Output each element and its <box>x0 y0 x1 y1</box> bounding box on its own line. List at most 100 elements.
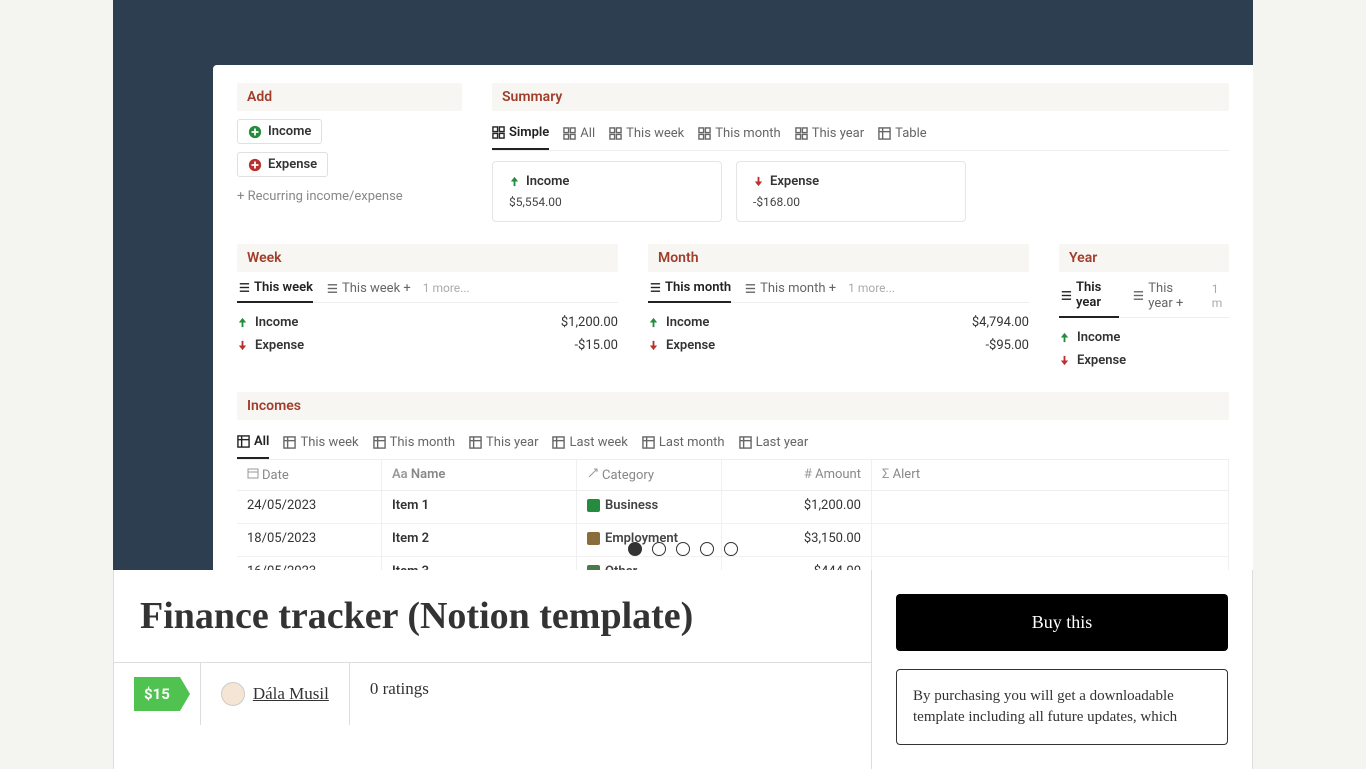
table-icon <box>283 436 296 449</box>
cell-amount: $1,200.00 <box>722 491 872 523</box>
arrow-down-icon <box>648 340 660 352</box>
list-icon <box>237 281 250 294</box>
notion-app-screenshot: Add Income Expense + Recurring income/ex… <box>213 65 1253 570</box>
cell-date: 16/05/2023 <box>237 557 382 570</box>
list-icon <box>1059 289 1072 302</box>
table-icon <box>552 436 565 449</box>
year-more[interactable]: 1 m <box>1212 282 1229 310</box>
arrow-down-icon <box>753 176 765 188</box>
cell-amount: $3,150.00 <box>722 524 872 556</box>
category-icon <box>587 499 600 512</box>
incomes-tab[interactable]: Last month <box>642 428 725 459</box>
ratings-text: 0 ratings <box>350 663 449 725</box>
summary-income-value: $5,554.00 <box>509 195 705 209</box>
table-icon <box>642 436 655 449</box>
arrow-down-icon <box>237 340 249 352</box>
author-name: Dála Musil <box>253 684 329 704</box>
list-icon <box>648 281 661 294</box>
product-title: Finance tracker (Notion template) <box>114 570 871 663</box>
add-expense-button[interactable]: Expense <box>237 152 328 177</box>
year-tab-alt[interactable]: This year + <box>1131 281 1199 311</box>
cell-name: Item 2 <box>382 524 577 556</box>
carousel-dot[interactable] <box>628 542 642 556</box>
avatar <box>221 682 245 706</box>
incomes-title: Incomes <box>237 392 1229 420</box>
list-icon <box>325 282 338 295</box>
month-tab-active[interactable]: This month <box>648 280 731 303</box>
board-icon <box>795 127 808 140</box>
week-income-val: $1,200.00 <box>561 315 618 330</box>
table-icon <box>373 436 386 449</box>
tab-this-week[interactable]: This week <box>609 119 684 150</box>
arrow-up-icon <box>1059 332 1071 344</box>
arrow-up-icon <box>509 176 521 188</box>
price-cell: $15 <box>114 663 201 725</box>
year-title: Year <box>1059 244 1229 272</box>
summary-tabs: Simple All This week This month This yea… <box>492 119 1229 151</box>
calendar-icon <box>247 467 259 479</box>
author-link[interactable]: Dála Musil <box>201 663 350 725</box>
month-more[interactable]: 1 more... <box>848 281 895 295</box>
month-expense-val: -$95.00 <box>985 338 1029 353</box>
incomes-tab[interactable]: This year <box>469 428 538 459</box>
incomes-tabs: All This week This month This year Last … <box>237 428 1229 460</box>
board-icon <box>492 126 505 139</box>
cell-alert <box>872 491 1229 523</box>
table-row[interactable]: 24/05/2023Item 1Business$1,200.00 <box>237 491 1229 524</box>
cell-category: Other <box>577 557 722 570</box>
incomes-tab[interactable]: This month <box>373 428 455 459</box>
month-tab-alt[interactable]: This month + <box>743 281 836 296</box>
incomes-tab[interactable]: Last year <box>739 428 809 459</box>
table-icon <box>739 436 752 449</box>
carousel-dot[interactable] <box>652 542 666 556</box>
year-tab-active[interactable]: This year <box>1059 280 1119 318</box>
incomes-tab-all[interactable]: All <box>237 428 269 459</box>
add-income-button[interactable]: Income <box>237 119 322 144</box>
week-expense-val: -$15.00 <box>574 338 618 353</box>
table-icon <box>237 435 250 448</box>
hero-screenshot-area: Add Income Expense + Recurring income/ex… <box>113 0 1253 570</box>
tab-table[interactable]: Table <box>878 119 926 150</box>
summary-income-card[interactable]: Income $5,554.00 <box>492 161 722 222</box>
add-income-label: Income <box>268 124 311 139</box>
summary-expense-card[interactable]: Expense -$168.00 <box>736 161 966 222</box>
week-tab-alt[interactable]: This week + <box>325 281 411 296</box>
week-title: Week <box>237 244 618 272</box>
cell-name: Item 1 <box>382 491 577 523</box>
product-area: Finance tracker (Notion template) $15 Dá… <box>113 570 1253 769</box>
summary-expense-value: -$168.00 <box>753 195 949 209</box>
table-icon <box>878 127 891 140</box>
month-title: Month <box>648 244 1029 272</box>
cell-alert <box>872 524 1229 556</box>
price-badge: $15 <box>134 677 180 711</box>
incomes-tab[interactable]: Last week <box>552 428 627 459</box>
arrow-up-icon <box>648 317 660 329</box>
tab-simple[interactable]: Simple <box>492 119 549 150</box>
tab-this-month[interactable]: This month <box>698 119 780 150</box>
buy-button[interactable]: Buy this <box>896 594 1228 651</box>
board-icon <box>609 127 622 140</box>
summary-section-title: Summary <box>492 83 1229 111</box>
cell-amount: $444.00 <box>722 557 872 570</box>
plus-circle-icon <box>248 158 262 172</box>
cell-alert <box>872 557 1229 570</box>
recurring-link[interactable]: + Recurring income/expense <box>237 185 462 208</box>
cell-name: Item 3 <box>382 557 577 570</box>
tab-this-year[interactable]: This year <box>795 119 864 150</box>
table-row[interactable]: 16/05/2023Item 3Other$444.00 <box>237 557 1229 570</box>
carousel-dot[interactable] <box>676 542 690 556</box>
table-header: Date Aa Name Category # Amount Σ Alert <box>237 460 1229 491</box>
arrow-up-icon <box>237 317 249 329</box>
cell-date: 24/05/2023 <box>237 491 382 523</box>
tab-all[interactable]: All <box>563 119 595 150</box>
month-income-val: $4,794.00 <box>972 315 1029 330</box>
week-tab-active[interactable]: This week <box>237 280 313 303</box>
incomes-tab[interactable]: This week <box>283 428 358 459</box>
list-icon <box>1131 289 1144 302</box>
arrow-down-icon <box>1059 355 1071 367</box>
week-more[interactable]: 1 more... <box>423 281 470 295</box>
carousel-dot[interactable] <box>700 542 714 556</box>
list-icon <box>743 282 756 295</box>
carousel-dot[interactable] <box>724 542 738 556</box>
description-box: By purchasing you will get a downloadabl… <box>896 669 1228 745</box>
